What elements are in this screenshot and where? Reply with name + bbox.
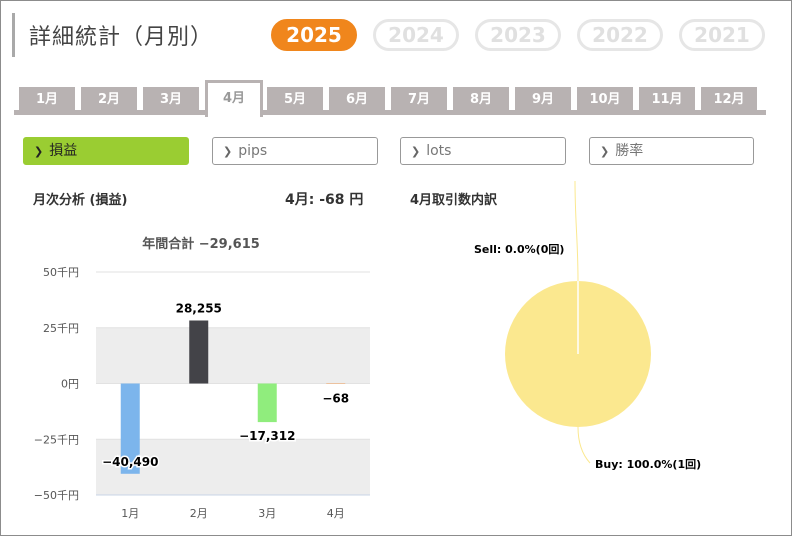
trade-pie-chart: Sell: 0.0%(0回) Buy: 100.0%(1回) [474, 180, 701, 471]
pie-label-sell: Sell: 0.0%(0回) [474, 242, 564, 256]
label-connector [574, 180, 579, 282]
pie-label-buy: Buy: 100.0%(1回) [595, 457, 701, 471]
label-connector [577, 426, 591, 464]
main-frame: 詳細統計（月別） 2025 2024 2023 2022 2021 1月 2月 … [0, 0, 792, 536]
